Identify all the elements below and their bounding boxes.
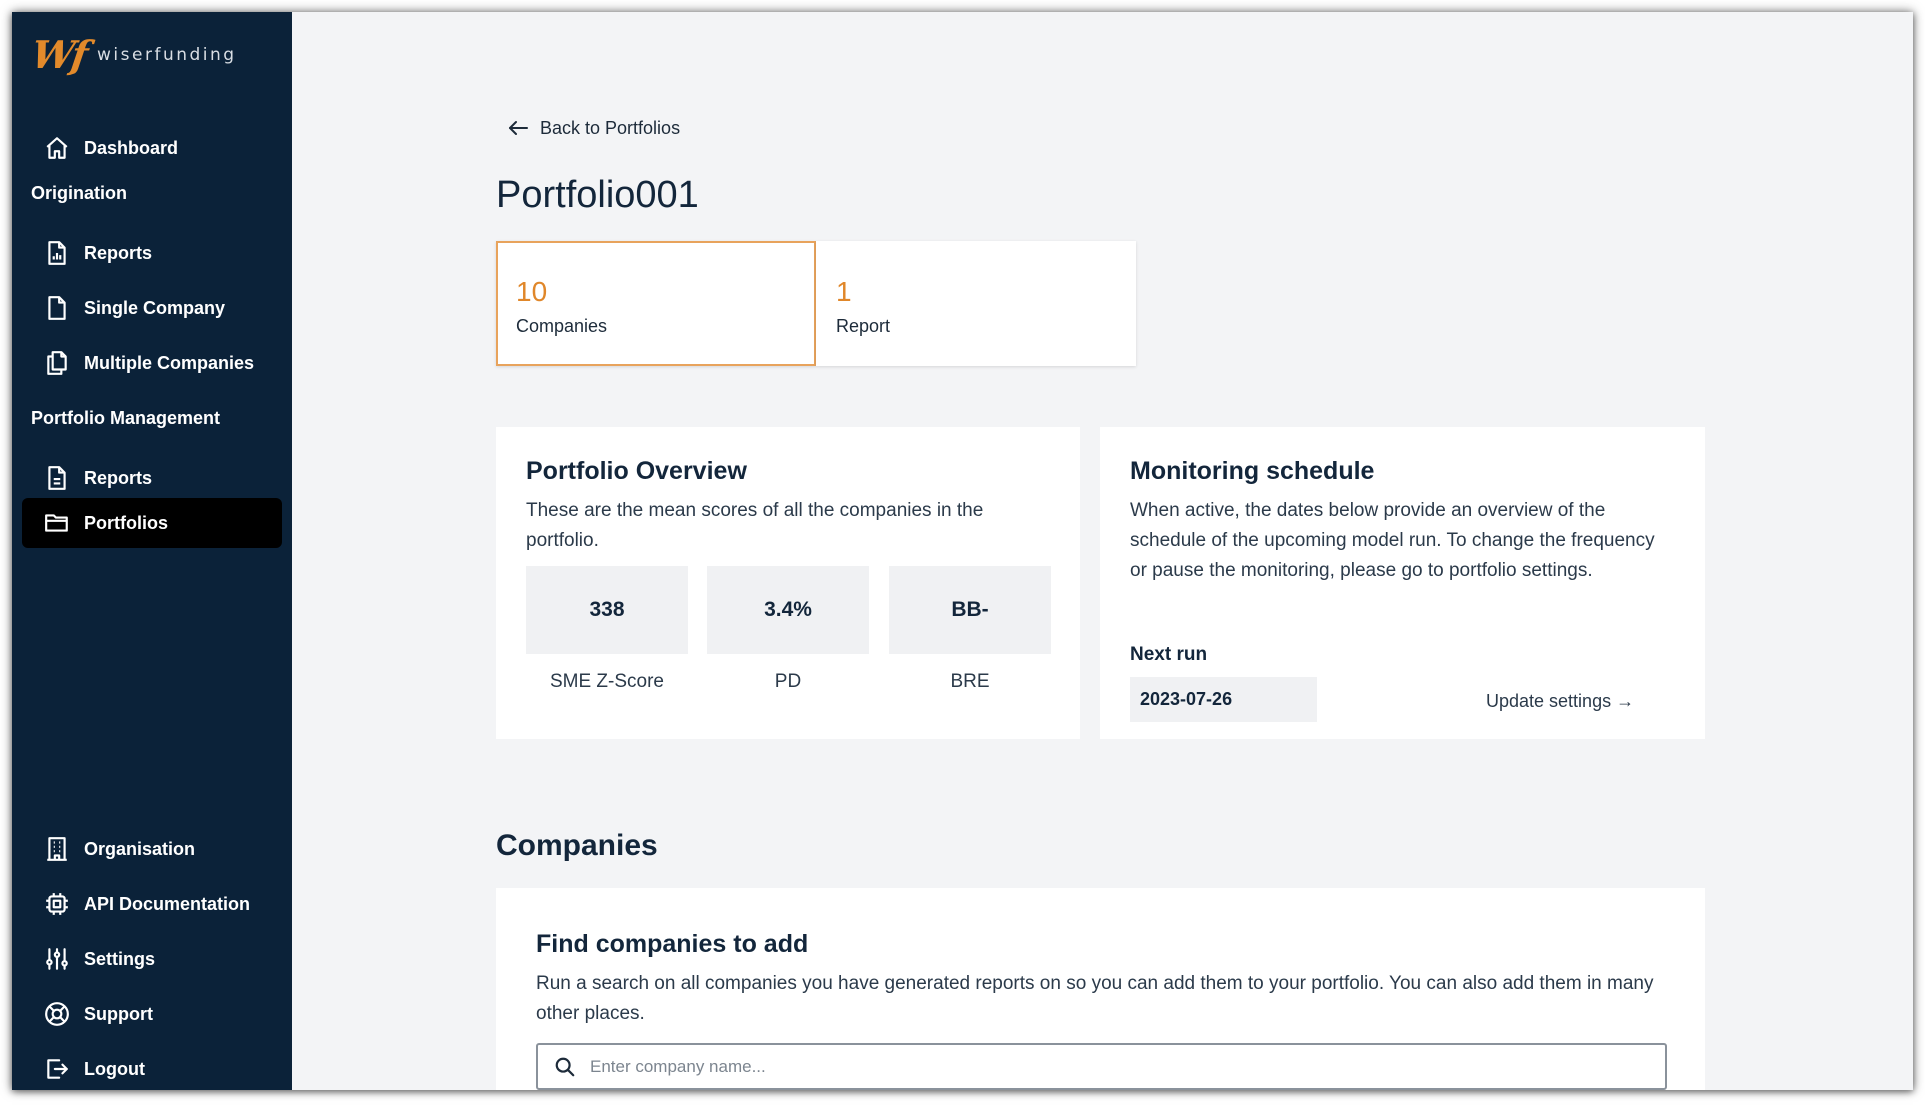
app-window: Wf wiserfunding Dashboard Origination Re… bbox=[12, 12, 1913, 1090]
monitoring-title: Monitoring schedule bbox=[1130, 457, 1375, 485]
score-box-bre: BB- bbox=[889, 566, 1051, 654]
sidebar: Wf wiserfunding Dashboard Origination Re… bbox=[12, 12, 292, 1090]
sidebar-item-dashboard[interactable]: Dashboard bbox=[22, 123, 282, 173]
companies-count: 10 bbox=[516, 276, 548, 307]
sidebar-item-label: Settings bbox=[84, 948, 156, 969]
sidebar-item-organisation[interactable]: Organisation bbox=[22, 824, 282, 874]
score-box-pd: 3.4% bbox=[707, 566, 869, 654]
folder-icon bbox=[45, 514, 68, 532]
find-companies-title: Find companies to add bbox=[536, 930, 809, 958]
building-icon bbox=[47, 837, 67, 861]
sidebar-item-label: Organisation bbox=[84, 838, 196, 859]
find-companies-description: Run a search on all companies you have g… bbox=[536, 973, 1654, 1024]
next-run-date: 2023-07-26 bbox=[1130, 677, 1317, 722]
sidebar-section-portfolio-management: Portfolio Management bbox=[31, 408, 221, 428]
brand-name: wiserfunding bbox=[97, 44, 237, 65]
score-box-sme-z-score: 338 bbox=[526, 566, 688, 654]
document-icon bbox=[48, 296, 66, 320]
score-label-pd: PD bbox=[774, 671, 802, 692]
back-to-portfolios-link[interactable]: Back to Portfolios bbox=[506, 116, 680, 140]
home-icon bbox=[46, 137, 68, 159]
monitoring-description: When active, the dates below provide an … bbox=[1130, 500, 1655, 581]
sidebar-item-label: Reports bbox=[84, 467, 153, 488]
report-lines-icon bbox=[48, 466, 66, 490]
sidebar-item-portfolio-reports[interactable]: Reports bbox=[22, 453, 282, 503]
sidebar-item-label: Support bbox=[84, 1003, 153, 1024]
score-label-sme-z-score: SME Z-Score bbox=[549, 671, 665, 692]
report-chart-icon bbox=[48, 241, 66, 265]
chip-icon bbox=[46, 893, 68, 915]
company-search-box[interactable] bbox=[536, 1043, 1667, 1090]
overview-description: These are the mean scores of all the com… bbox=[526, 500, 984, 551]
main-content: Back to Portfolios Portfolio001 10 Compa… bbox=[292, 12, 1913, 1090]
sidebar-item-single-company[interactable]: Single Company bbox=[22, 283, 282, 333]
tab-reports[interactable]: 1 Report bbox=[816, 241, 1136, 366]
sidebar-item-origination-reports[interactable]: Reports bbox=[22, 228, 282, 278]
sidebar-item-label: Single Company bbox=[84, 297, 226, 318]
brand-mark: Wf bbox=[28, 32, 89, 77]
sidebar-item-multiple-companies[interactable]: Multiple Companies bbox=[22, 338, 282, 388]
lifebuoy-icon bbox=[45, 1002, 69, 1026]
sliders-icon bbox=[46, 948, 68, 970]
sidebar-item-label: Portfolios bbox=[84, 512, 168, 533]
logout-icon bbox=[47, 1059, 68, 1079]
next-run-label: Next run bbox=[1130, 644, 1208, 665]
sidebar-item-label: Logout bbox=[84, 1058, 145, 1079]
page-title: Portfolio001 bbox=[496, 174, 699, 216]
sidebar-item-logout[interactable]: Logout bbox=[22, 1044, 282, 1090]
sidebar-item-label: Multiple Companies bbox=[84, 352, 255, 373]
overview-title: Portfolio Overview bbox=[526, 457, 747, 485]
sidebar-item-settings[interactable]: Settings bbox=[22, 934, 282, 984]
back-link-label: Back to Portfolios bbox=[540, 117, 681, 138]
sidebar-section-origination: Origination bbox=[31, 183, 127, 203]
tab-companies[interactable]: 10 Companies bbox=[496, 241, 816, 366]
brand-logo[interactable]: Wf wiserfunding bbox=[28, 32, 237, 77]
report-count: 1 bbox=[836, 276, 852, 307]
companies-label: Companies bbox=[516, 316, 608, 336]
sidebar-item-api-documentation[interactable]: API Documentation bbox=[22, 879, 282, 929]
sidebar-item-label: API Documentation bbox=[84, 893, 251, 914]
score-label-bre: BRE bbox=[950, 671, 990, 692]
arrow-left-icon bbox=[509, 121, 528, 135]
sidebar-item-portfolios[interactable]: Portfolios bbox=[22, 498, 282, 548]
search-icon bbox=[555, 1057, 575, 1076]
report-label: Report bbox=[836, 316, 891, 336]
update-settings-link[interactable]: Update settings → bbox=[1486, 691, 1634, 712]
sidebar-item-label: Reports bbox=[84, 242, 153, 263]
documents-icon bbox=[47, 351, 67, 375]
company-search-input[interactable] bbox=[590, 1056, 1665, 1077]
sidebar-item-support[interactable]: Support bbox=[22, 989, 282, 1039]
sidebar-item-label: Dashboard bbox=[84, 137, 179, 158]
companies-section-title: Companies bbox=[496, 829, 658, 862]
